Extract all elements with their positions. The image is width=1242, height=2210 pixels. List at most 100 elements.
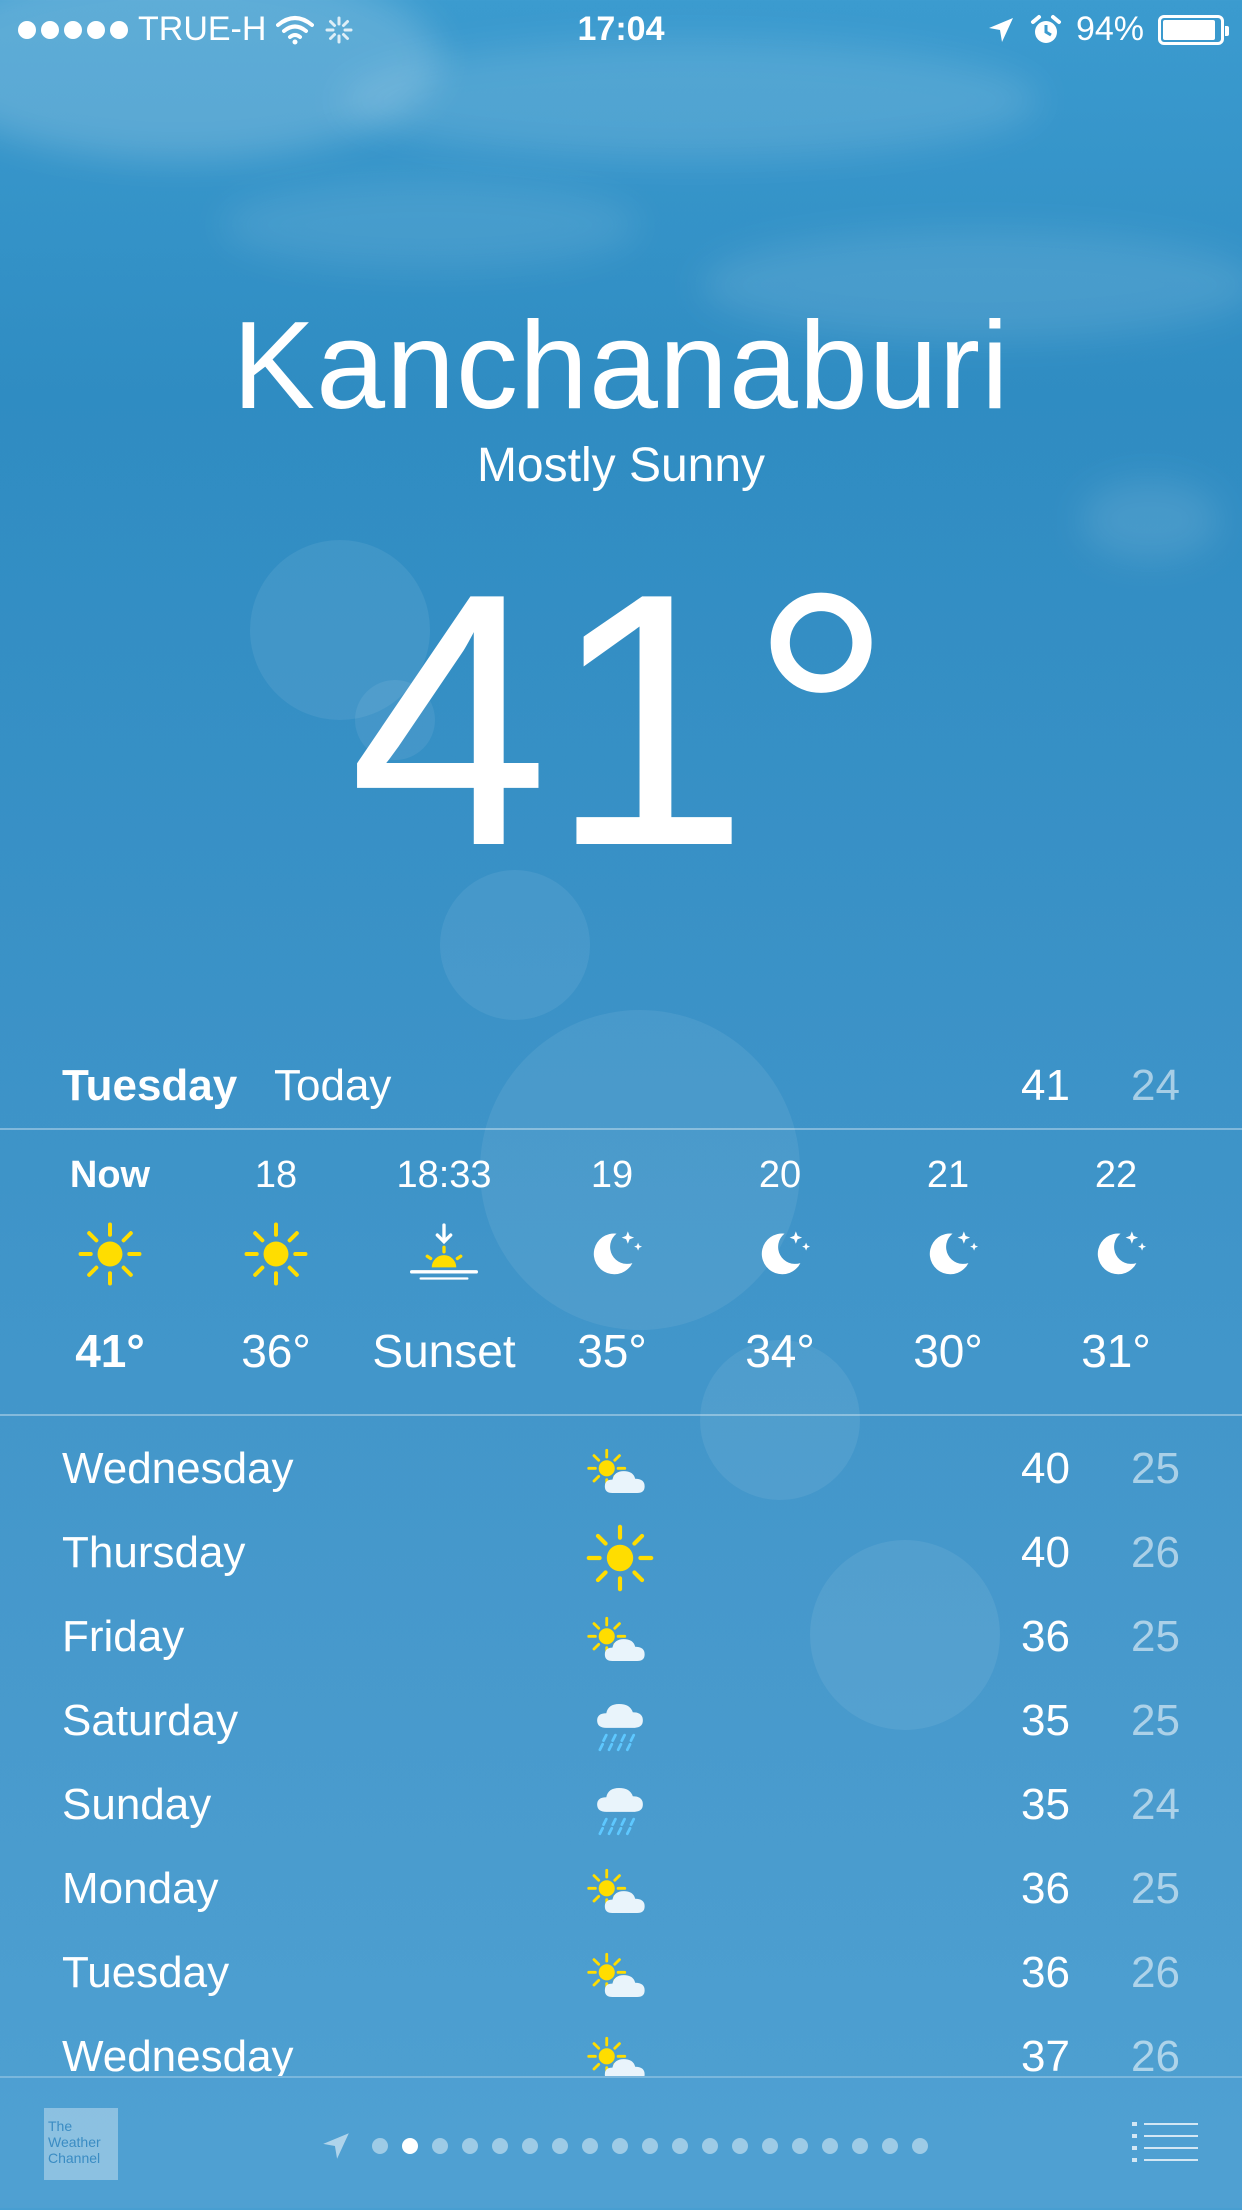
page-dot[interactable] — [642, 2138, 658, 2154]
page-dot[interactable] — [582, 2138, 598, 2154]
page-indicator[interactable] — [320, 2130, 928, 2162]
daily-row: Tuesday 36 26 — [0, 1936, 1242, 2020]
daily-high: 37 — [1021, 2032, 1070, 2076]
page-dot[interactable] — [702, 2138, 718, 2154]
city-name: Kanchanaburi — [232, 297, 1010, 435]
weather-channel-logo-text: The Weather Channel — [48, 2118, 101, 2166]
hourly-temperature: 30° — [913, 1325, 983, 1377]
daily-high: 36 — [1021, 1612, 1070, 1661]
partly-cloudy-icon — [580, 1856, 660, 1932]
hourly-item: 22 31° — [1032, 1132, 1200, 1378]
hourly-temperature: 41° — [75, 1325, 145, 1377]
weather-condition: Mostly Sunny — [476, 439, 766, 492]
moon-icon — [864, 1204, 1032, 1304]
daily-low: 25 — [1131, 1444, 1180, 1493]
daily-day: Wednesday — [62, 2032, 294, 2076]
hourly-temperature: 34° — [745, 1325, 815, 1377]
today-high: 41 — [1021, 1061, 1070, 1110]
today-summary: Tuesday Today 41 24 — [0, 1055, 1242, 1125]
hourly-time: 18 — [254, 1154, 298, 1196]
daily-high: 36 — [1021, 1864, 1070, 1913]
sun-icon — [580, 1520, 660, 1596]
page-dot[interactable] — [612, 2138, 628, 2154]
daily-day: Monday — [62, 1864, 219, 1913]
hourly-temperature: 31° — [1081, 1325, 1151, 1377]
page-dot[interactable] — [762, 2138, 778, 2154]
page-dot[interactable] — [462, 2138, 478, 2154]
hourly-time: 18:33 — [396, 1154, 492, 1196]
page-dot[interactable] — [912, 2138, 928, 2154]
moon-icon — [1032, 1204, 1200, 1304]
city-list-button[interactable] — [1132, 2118, 1198, 2168]
daily-low: 26 — [1131, 1948, 1180, 1997]
status-right: 94% — [986, 10, 1229, 49]
page-dot[interactable] — [522, 2138, 538, 2154]
hourly-item: 19 35° — [528, 1132, 696, 1378]
daily-high: 36 — [1021, 1948, 1070, 1997]
weather-channel-logo[interactable]: The Weather Channel — [44, 2108, 118, 2180]
battery-icon — [1158, 14, 1229, 45]
hourly-temperature: 36° — [241, 1325, 311, 1377]
hourly-item: Now 41° — [26, 1132, 194, 1378]
hourly-item: 18 36° — [192, 1132, 360, 1378]
daily-low: 26 — [1131, 2032, 1180, 2076]
hourly-item: 20 34° — [696, 1132, 864, 1378]
daily-day: Sunday — [62, 1780, 212, 1829]
current-location-icon — [323, 2133, 349, 2159]
hourly-forecast[interactable]: Now 41° 18 36° 18:33 Sunset 19 35° 20 34… — [0, 1132, 1242, 1412]
daily-low: 24 — [1131, 1780, 1180, 1829]
hourly-item: 21 30° — [864, 1132, 1032, 1378]
current-temperature: 41° — [348, 519, 894, 921]
page-dot[interactable] — [432, 2138, 448, 2154]
page-dot[interactable] — [402, 2138, 418, 2154]
alarm-clock-icon — [1030, 14, 1061, 43]
daily-row: Thursday 40 26 — [0, 1516, 1242, 1600]
today-label: Today — [274, 1061, 392, 1110]
today-low: 24 — [1131, 1061, 1180, 1110]
status-bar: TRUE-H 17:04 94% — [0, 0, 1242, 60]
page-dot[interactable] — [882, 2138, 898, 2154]
hourly-time: 20 — [758, 1154, 802, 1196]
daily-row: Friday 36 25 — [0, 1600, 1242, 1684]
daily-row: Wednesday 37 26 — [0, 2020, 1242, 2076]
hourly-time: 21 — [926, 1154, 970, 1196]
rain-icon — [580, 1772, 660, 1848]
page-dot[interactable] — [792, 2138, 808, 2154]
page-dot[interactable] — [672, 2138, 688, 2154]
location-arrow-icon — [988, 17, 1013, 42]
hourly-time: Now — [69, 1154, 151, 1196]
daily-high: 40 — [1021, 1444, 1070, 1493]
battery-percentage: 94% — [1075, 10, 1144, 48]
divider — [0, 1128, 1242, 1130]
daily-high: 40 — [1021, 1528, 1070, 1577]
page-dot[interactable] — [822, 2138, 838, 2154]
hourly-time: 19 — [590, 1154, 634, 1196]
daily-row: Monday 36 25 — [0, 1852, 1242, 1936]
daily-low: 25 — [1131, 1696, 1180, 1745]
daily-day: Saturday — [62, 1696, 239, 1745]
page-dot[interactable] — [492, 2138, 508, 2154]
hourly-item: 18:33 Sunset — [360, 1132, 528, 1378]
daily-low: 26 — [1131, 1528, 1180, 1577]
daily-day: Tuesday — [62, 1948, 230, 1997]
daily-day: Wednesday — [62, 1444, 294, 1493]
daily-high: 35 — [1021, 1696, 1070, 1745]
page-dot[interactable] — [852, 2138, 868, 2154]
daily-row: Wednesday 40 25 — [0, 1432, 1242, 1516]
partly-cloudy-icon — [580, 1436, 660, 1512]
page-dot[interactable] — [732, 2138, 748, 2154]
daily-low: 25 — [1131, 1864, 1180, 1913]
bottom-toolbar: The Weather Channel — [0, 2076, 1242, 2210]
daily-forecast[interactable]: Wednesday 40 25 Thursday 40 26 Friday 36… — [0, 1432, 1242, 2076]
page-dot[interactable] — [372, 2138, 388, 2154]
sun-icon — [192, 1204, 360, 1304]
partly-cloudy-icon — [580, 1604, 660, 1680]
partly-cloudy-icon — [580, 1940, 660, 2016]
hourly-temperature: 35° — [577, 1325, 647, 1377]
daily-high: 35 — [1021, 1780, 1070, 1829]
daily-row: Saturday 35 25 — [0, 1684, 1242, 1768]
page-dot[interactable] — [552, 2138, 568, 2154]
sunset-icon — [360, 1204, 528, 1304]
daily-low: 25 — [1131, 1612, 1180, 1661]
rain-icon — [580, 1688, 660, 1764]
